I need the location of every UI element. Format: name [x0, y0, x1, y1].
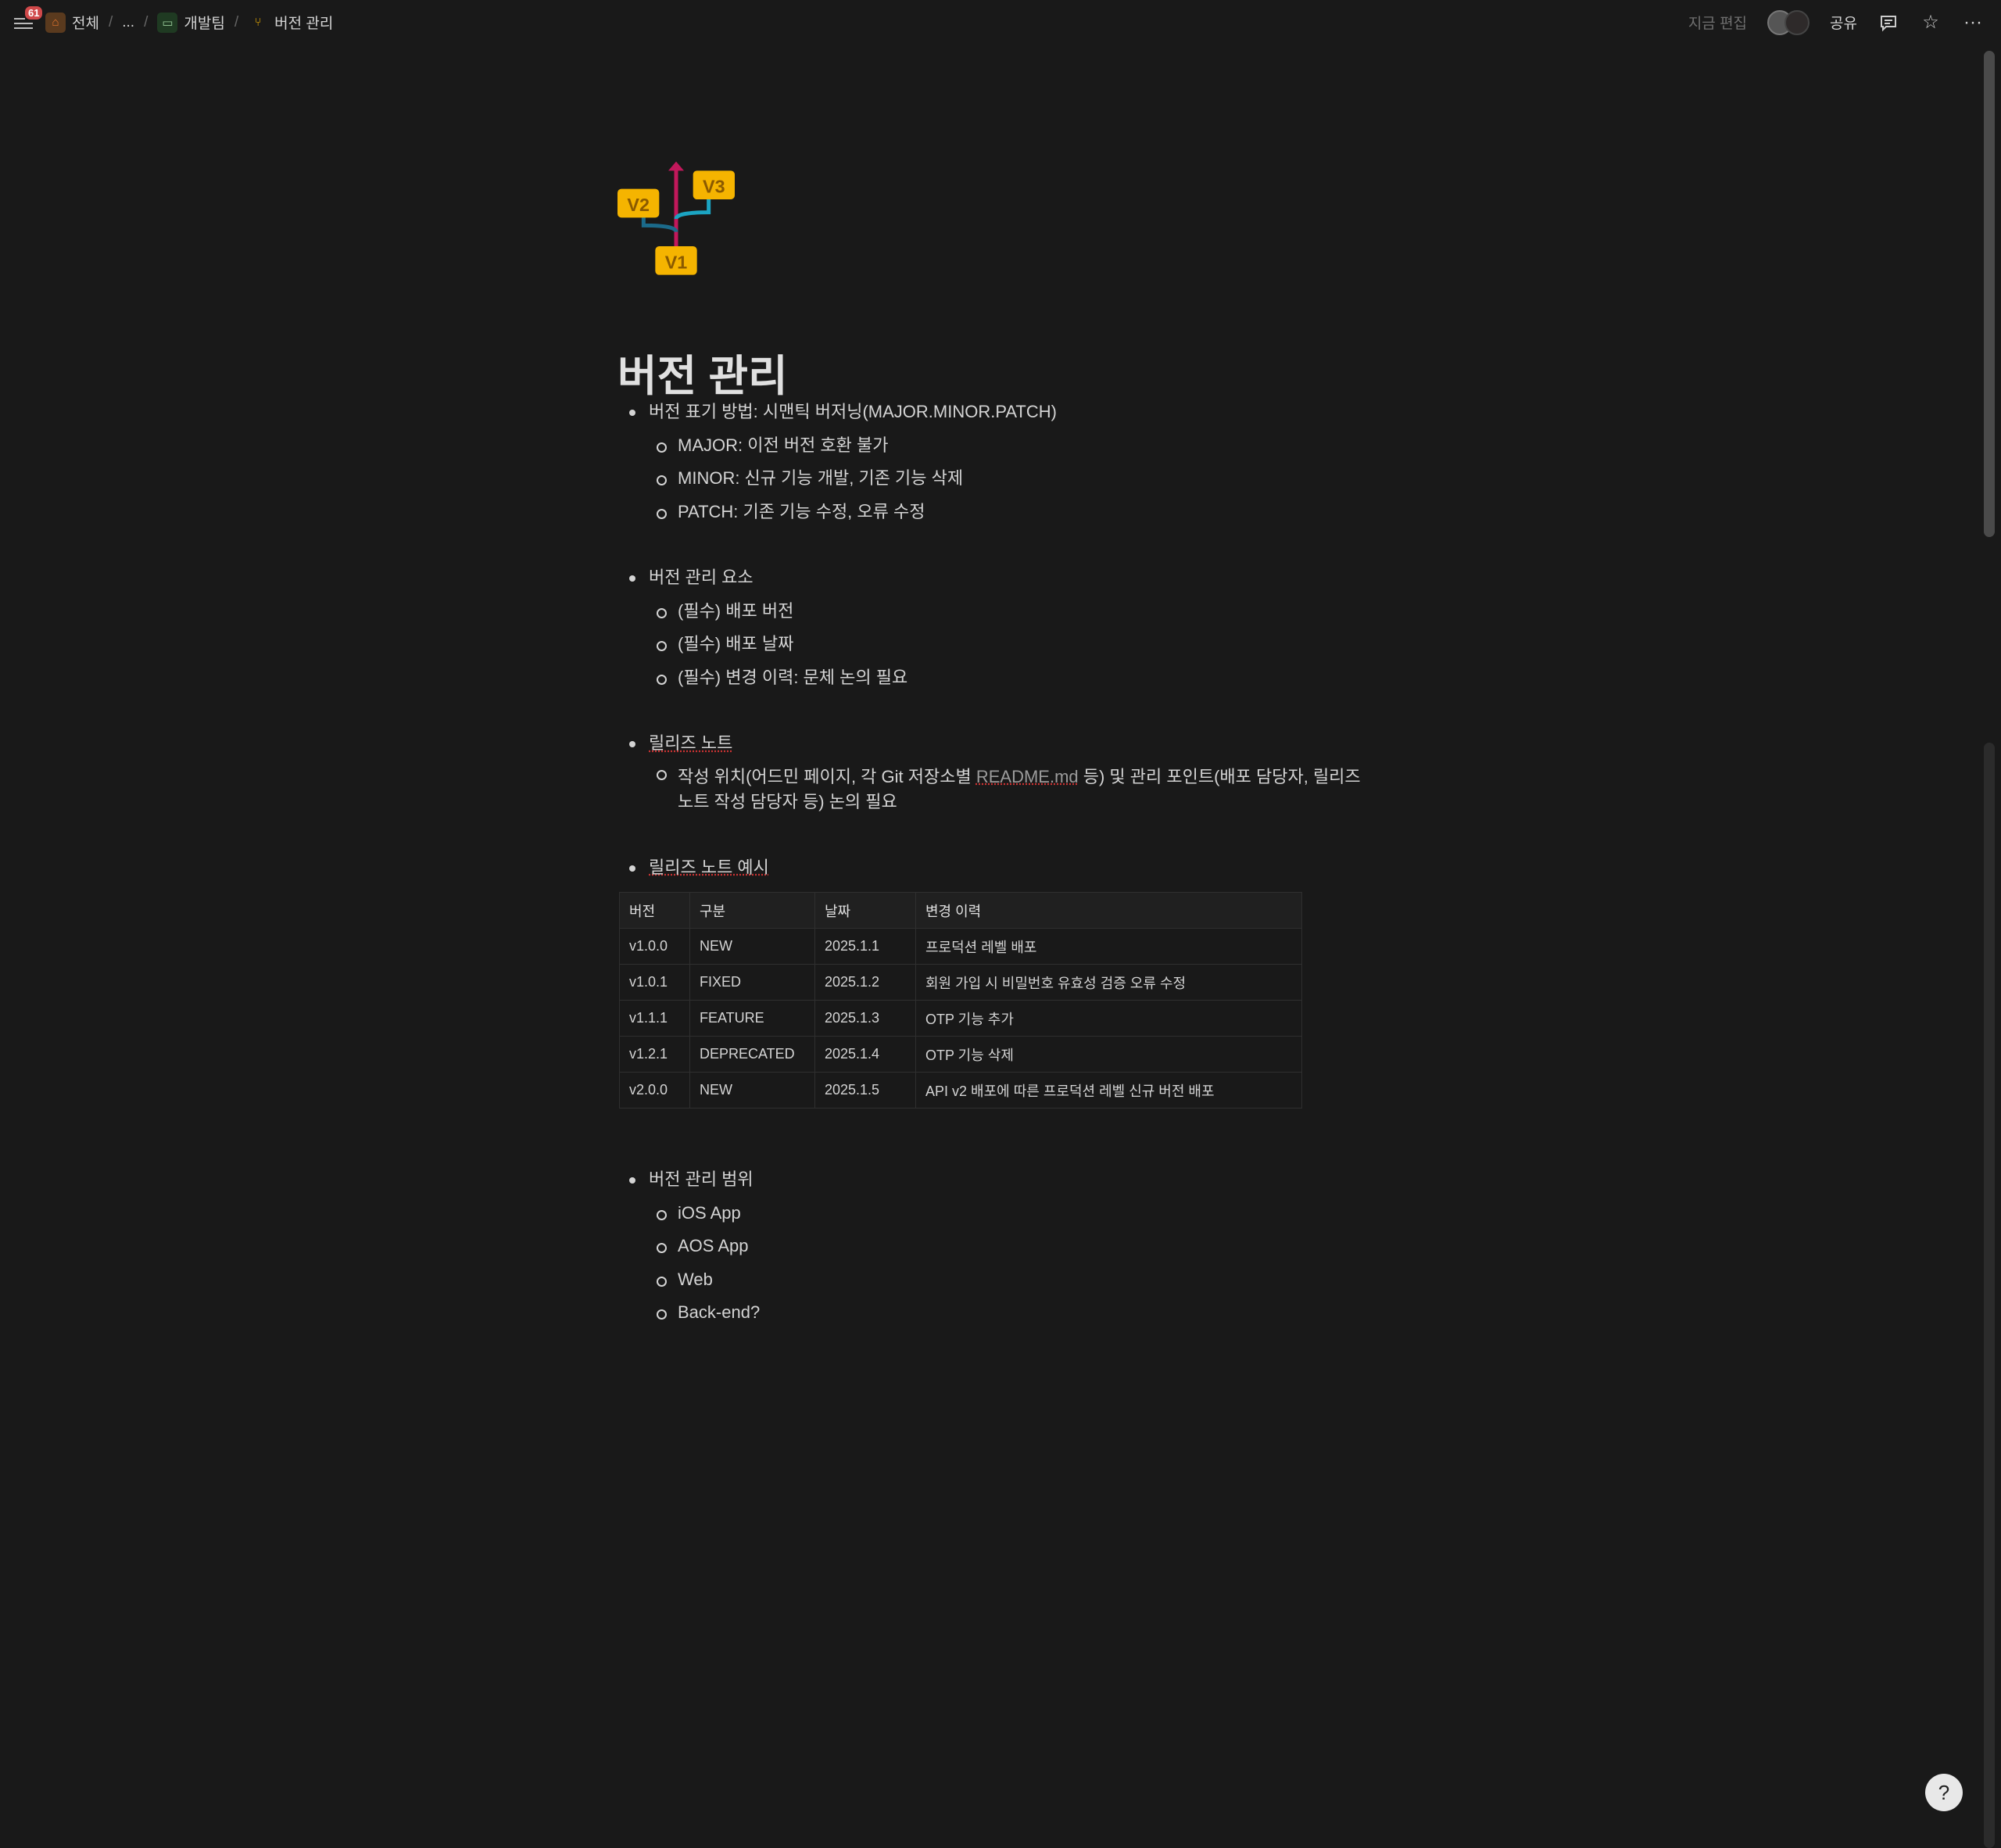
page-title[interactable]: 버전 관리	[617, 341, 1368, 400]
laptop-icon: ▭	[157, 12, 178, 33]
notification-badge: 61	[25, 5, 43, 20]
list-item-text: 작성 위치(어드민 페이지, 각 Git 저장소별	[678, 766, 976, 786]
readme-link[interactable]: README.md	[976, 767, 1079, 786]
table-row: v1.1.1 FEATURE 2025.1.3 OTP 기능 추가	[619, 1000, 1302, 1037]
sidebar-menu-button[interactable]: 61	[14, 5, 43, 31]
list-item[interactable]: 작성 위치(어드민 페이지, 각 Git 저장소별 README.md 등) 및…	[617, 761, 1368, 818]
list-item[interactable]: 버전 관리 범위	[617, 1163, 1368, 1197]
table-cell[interactable]: NEW	[689, 1072, 815, 1108]
table-cell[interactable]: FEATURE	[689, 1000, 815, 1037]
list-item[interactable]: (필수) 변경 이력: 문체 논의 필요	[617, 661, 1368, 695]
column-header[interactable]: 날짜	[814, 892, 916, 929]
help-button[interactable]: ?	[1925, 1774, 1963, 1811]
list-item[interactable]: 릴리즈 노트 예시	[617, 851, 1368, 885]
table-cell[interactable]: 회원 가입 시 비밀번호 유효성 검증 오류 수정	[915, 964, 1302, 1001]
list-item-text: 릴리즈 노트 예시	[649, 857, 769, 877]
scrollbar-track[interactable]	[1984, 743, 1995, 1848]
table-cell[interactable]: 2025.1.3	[814, 1000, 916, 1037]
list-item[interactable]: MINOR: 신규 기능 개발, 기존 기능 삭제	[617, 462, 1368, 496]
list-item[interactable]: 버전 표기 방법: 시맨틱 버저닝(MAJOR.MINOR.PATCH)	[617, 396, 1368, 429]
breadcrumb-separator: /	[234, 13, 239, 30]
column-header[interactable]: 변경 이력	[915, 892, 1302, 929]
breadcrumb-all[interactable]: 전체	[72, 12, 99, 33]
table-cell[interactable]: 2025.1.1	[814, 928, 916, 965]
table-cell[interactable]: 2025.1.2	[814, 964, 916, 1001]
svg-text:V3: V3	[703, 177, 725, 197]
table-cell[interactable]: v1.2.1	[619, 1036, 690, 1073]
table-cell[interactable]: OTP 기능 추가	[915, 1000, 1302, 1037]
table-row: v1.0.0 NEW 2025.1.1 프로덕션 레벨 배포	[619, 928, 1302, 965]
breadcrumb-separator: /	[144, 13, 149, 30]
scrollbar-thumb[interactable]	[1984, 51, 1995, 537]
table-cell[interactable]: v1.0.1	[619, 964, 690, 1001]
list-item[interactable]: 버전 관리 요소	[617, 561, 1368, 595]
list-item[interactable]: (필수) 배포 버전	[617, 595, 1368, 629]
table-cell[interactable]: 2025.1.4	[814, 1036, 916, 1073]
release-notes-table: 버전 구분 날짜 변경 이력 v1.0.0 NEW 2025.1.1 프로덕션 레벨 …	[619, 892, 1302, 1108]
table-cell[interactable]: FIXED	[689, 964, 815, 1001]
collaborator-avatars[interactable]	[1767, 9, 1810, 35]
version-branch-icon: ⑂	[254, 16, 262, 29]
page-content: V2 V3 V1 버전 관리 버전 표기 방법: 시맨틱 버저닝(MAJOR.M…	[617, 160, 1368, 1330]
list-item[interactable]: Web	[617, 1263, 1368, 1297]
table-cell[interactable]: 2025.1.5	[814, 1072, 916, 1108]
table-cell[interactable]: NEW	[689, 928, 815, 965]
home-icon: ⌂	[45, 12, 66, 33]
table-cell[interactable]: DEPRECATED	[689, 1036, 815, 1073]
table-cell[interactable]: OTP 기능 삭제	[915, 1036, 1302, 1073]
svg-text:V2: V2	[627, 195, 650, 215]
list-item[interactable]: MAJOR: 이전 버전 호환 불가	[617, 429, 1368, 463]
top-bar: 61 ⌂ 전체 / ... / ▭ 개발팀 / ⑂ 버전 관리 지금 편집 공유…	[0, 0, 2001, 45]
table-row: v1.2.1 DEPRECATED 2025.1.4 OTP 기능 삭제	[619, 1036, 1302, 1073]
table-cell[interactable]: API v2 배포에 따른 프로덕션 레벨 신규 버전 배포	[915, 1072, 1302, 1108]
table-cell[interactable]: v1.1.1	[619, 1000, 690, 1037]
list-item[interactable]: PATCH: 기존 기능 수정, 오류 수정	[617, 496, 1368, 529]
breadcrumb: 61 ⌂ 전체 / ... / ▭ 개발팀 / ⑂ 버전 관리	[14, 0, 333, 45]
table-row: v2.0.0 NEW 2025.1.5 API v2 배포에 따른 프로덕션 레벨 신…	[619, 1072, 1302, 1108]
column-header[interactable]: 구분	[689, 892, 815, 929]
comment-icon[interactable]	[1878, 12, 1899, 34]
svg-text:V1: V1	[665, 252, 688, 272]
breadcrumb-current[interactable]: 버전 관리	[274, 12, 333, 33]
more-icon[interactable]: ···	[1962, 12, 1984, 34]
list-item[interactable]: iOS App	[617, 1197, 1368, 1230]
avatar[interactable]	[1784, 9, 1810, 35]
breadcrumb-separator: /	[108, 13, 113, 30]
breadcrumb-dev-team[interactable]: 개발팀	[184, 12, 224, 33]
table-cell[interactable]: v1.0.0	[619, 928, 690, 965]
column-header[interactable]: 버전	[619, 892, 690, 929]
share-button[interactable]: 공유	[1830, 12, 1857, 33]
table-row: v1.0.1 FIXED 2025.1.2 회원 가입 시 비밀번호 유효성 검증 오…	[619, 964, 1302, 1001]
version-branch-icon: V2 V3 V1	[617, 161, 735, 275]
list-item-text: 릴리즈 노트	[649, 733, 733, 753]
editing-status: 지금 편집	[1688, 16, 1748, 32]
breadcrumb-ellipsis[interactable]: ...	[122, 14, 134, 31]
list-item[interactable]: Back-end?	[617, 1296, 1368, 1330]
table-cell[interactable]: 프로덕션 레벨 배포	[915, 928, 1302, 965]
list-item[interactable]: AOS App	[617, 1230, 1368, 1263]
list-item[interactable]: 릴리즈 노트	[617, 727, 1368, 761]
list-item[interactable]: (필수) 배포 날짜	[617, 628, 1368, 661]
star-icon[interactable]: ☆	[1920, 12, 1942, 34]
table-cell[interactable]: v2.0.0	[619, 1072, 690, 1108]
